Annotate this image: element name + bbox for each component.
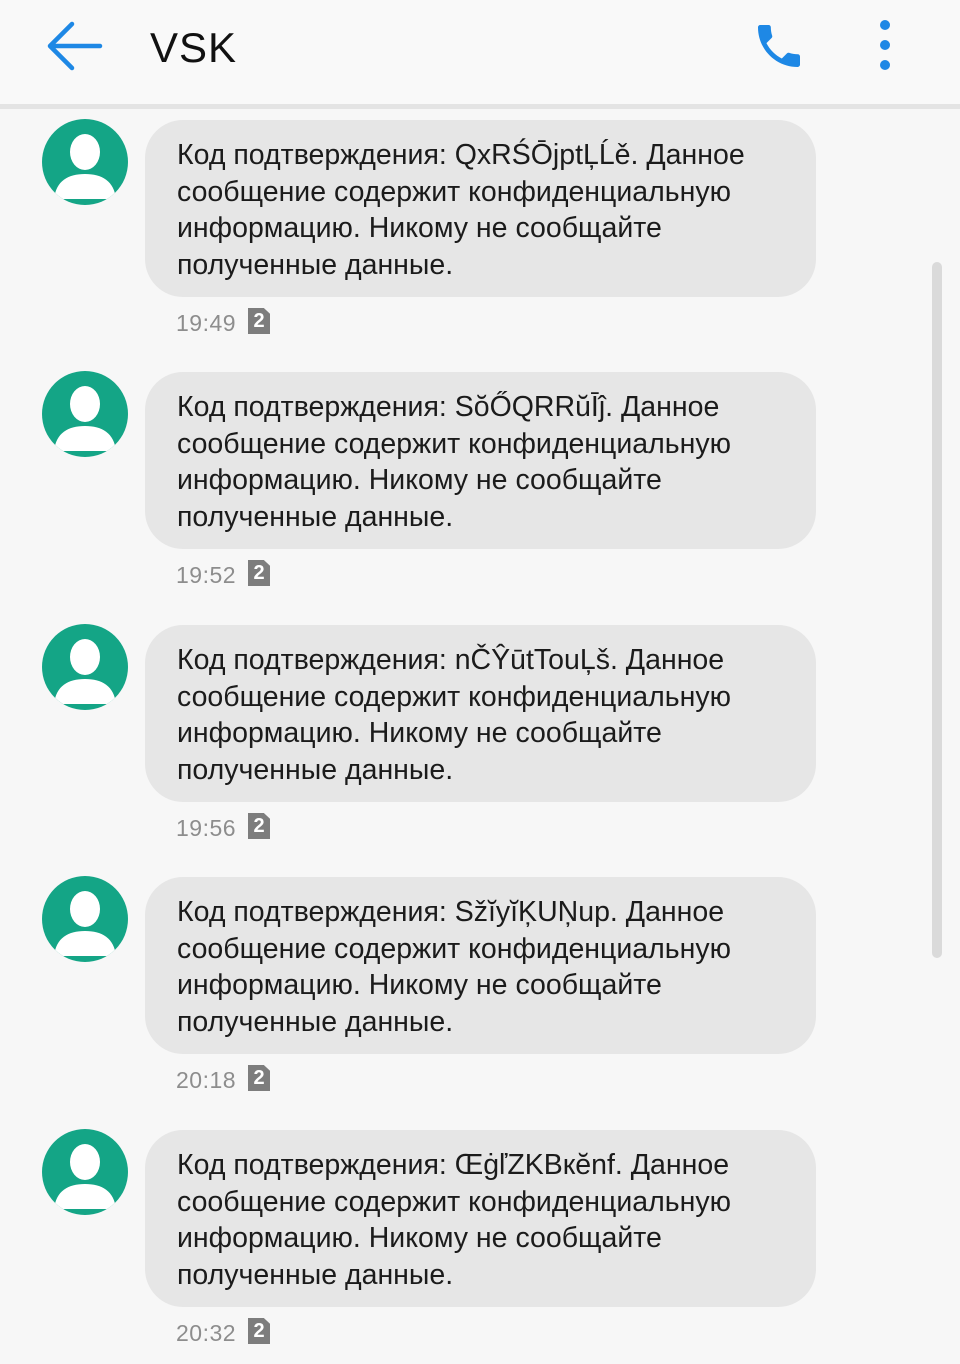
message-item: Код подтверждения: nČŶūtTouĻš. Данное со… (0, 614, 960, 854)
message-item: Код подтверждения: SžĭyĭĶUŅup. Данное со… (0, 866, 960, 1106)
message-line: сообщение содержит конфиденциальную (177, 1185, 731, 1218)
more-options-button[interactable] (862, 16, 908, 76)
back-button[interactable] (44, 18, 104, 74)
message-line: информацию. Никому не сообщайте (177, 1222, 662, 1255)
message-time: 20:18 (176, 1067, 237, 1093)
message-line: полученные данные. (177, 1005, 454, 1038)
top-app-bar: VSK (0, 0, 960, 109)
message-line: сообщение содержит конфиденциальную (177, 427, 731, 460)
message-time: 19:49 (176, 310, 237, 336)
arrow-left-icon (47, 21, 103, 71)
call-button[interactable] (748, 18, 810, 74)
person-icon (54, 134, 116, 199)
more-vertical-icon (880, 20, 890, 70)
message-line: полученные данные. (177, 1258, 454, 1291)
message-time: 19:56 (176, 815, 237, 841)
scrollbar[interactable] (932, 262, 942, 958)
message-line: полученные данные. (177, 248, 454, 281)
message-line: Код подтверждения: SžĭyĭĶUŅup. Данное (177, 896, 725, 928)
message-time: 19:52 (176, 562, 237, 588)
sim-card-icon: 2 (248, 560, 270, 586)
person-icon (54, 639, 116, 704)
message-item: Код подтверждения: ŒġľZKBкĕnf. Данное со… (0, 1119, 960, 1359)
message-item: Код подтверждения: SŏŐQRRŭĪĵ. Данное соо… (0, 361, 960, 601)
sim-card-icon: 2 (248, 1318, 270, 1344)
avatar[interactable] (42, 119, 128, 205)
message-bubble[interactable]: Код подтверждения: QxRŚŌjptĻĹě. Данное с… (145, 120, 816, 297)
sim-card-icon: 2 (248, 1065, 270, 1091)
message-time: 20:32 (176, 1320, 237, 1346)
message-line: полученные данные. (177, 753, 454, 786)
conversation-title: VSK (150, 24, 238, 71)
message-bubble[interactable]: Код подтверждения: SžĭyĭĶUŅup. Данное со… (145, 877, 816, 1054)
message-line: информацию. Никому не сообщайте (177, 212, 662, 245)
message-bubble[interactable]: Код подтверждения: SŏŐQRRŭĪĵ. Данное соо… (145, 372, 816, 549)
avatar[interactable] (42, 1129, 128, 1215)
sim-card-icon: 2 (248, 308, 270, 334)
message-bubble[interactable]: Код подтверждения: nČŶūtTouĻš. Данное со… (145, 625, 816, 802)
message-line: информацию. Никому не сообщайте (177, 969, 662, 1002)
avatar[interactable] (42, 624, 128, 710)
phone-icon (758, 25, 800, 67)
sim-card-icon: 2 (248, 813, 270, 839)
message-list[interactable]: Код подтверждения: QxRŚŌjptĻĹě. Данное с… (0, 109, 960, 1364)
message-bubble[interactable]: Код подтверждения: ŒġľZKBкĕnf. Данное со… (145, 1130, 816, 1307)
avatar[interactable] (42, 371, 128, 457)
message-line: сообщение содержит конфиденциальную (177, 680, 731, 713)
message-item: Код подтверждения: QxRŚŌjptĻĹě. Данное с… (0, 109, 960, 349)
avatar[interactable] (42, 876, 128, 962)
message-line: Код подтверждения: SŏŐQRRŭĪĵ. Данное (177, 391, 720, 423)
message-line: информацию. Никому не сообщайте (177, 717, 662, 750)
message-line: Код подтверждения: ŒġľZKBкĕnf. Данное (177, 1149, 730, 1181)
message-line: сообщение содержит конфиденциальную (177, 932, 731, 965)
message-line: Код подтверждения: nČŶūtTouĻš. Данное (177, 644, 725, 676)
person-icon (54, 386, 116, 451)
message-line: сообщение содержит конфиденциальную (177, 175, 731, 208)
message-line: информацию. Никому не сообщайте (177, 464, 662, 497)
message-line: Код подтверждения: QxRŚŌjptĻĹě. Данное (177, 139, 745, 171)
message-line: полученные данные. (177, 500, 454, 533)
person-icon (54, 1144, 116, 1209)
person-icon (54, 891, 116, 956)
